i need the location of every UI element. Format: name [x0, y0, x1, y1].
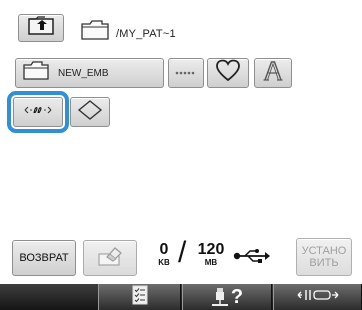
current-folder-icon [80, 19, 110, 46]
diamond-pattern-button[interactable] [70, 97, 110, 127]
folder-up-button[interactable] [18, 14, 64, 42]
folder-item-new-emb[interactable]: NEW_EMB [15, 58, 164, 88]
folder-name: NEW_EMB [58, 67, 109, 79]
current-path: /MY_PAT~1 [116, 28, 176, 40]
folder-icon [22, 60, 50, 86]
used-memory-value: 0 [159, 241, 169, 258]
usb-icon [233, 248, 271, 269]
needle-mode-button[interactable] [273, 284, 362, 310]
install-label-line1: УСТАНО [301, 245, 347, 257]
status-bar: ? [0, 284, 362, 310]
install-button[interactable]: УСТАНО ВИТЬ [296, 238, 352, 276]
back-button-label: ВОЗВРАТ [19, 252, 69, 264]
total-memory-unit: MB [204, 258, 218, 267]
machine-help-button[interactable]: ? [182, 284, 272, 310]
folder-up-icon [27, 15, 55, 41]
checklist-button[interactable] [98, 284, 181, 310]
letter-a-pattern-button[interactable] [254, 58, 292, 88]
back-button[interactable]: ВОЗВРАТ [12, 240, 76, 276]
used-memory-unit: KB [158, 258, 170, 267]
total-memory-value: 120 [197, 241, 225, 258]
install-button-label: УСТАНО ВИТЬ [302, 245, 347, 269]
delete-button[interactable] [83, 240, 137, 276]
diamond-outline-icon [77, 99, 103, 126]
total-memory: 120 MB [194, 241, 228, 268]
used-memory: 0 KB [150, 241, 178, 268]
install-label-line2: ВИТЬ [309, 257, 339, 269]
memory-separator: / [178, 236, 187, 269]
arrow-pattern-icon [22, 103, 54, 121]
eraser-delete-icon [96, 245, 124, 272]
help-question-mark: ? [230, 285, 244, 308]
needle-mode-icon [296, 287, 340, 308]
small-font-pattern-button[interactable] [168, 58, 204, 88]
small-font-dots-icon [174, 64, 198, 82]
arrow-pattern-button[interactable] [13, 97, 63, 127]
machine-help-icon: ? [211, 286, 243, 309]
letter-a-icon [262, 60, 284, 87]
heart-pattern-button[interactable] [207, 58, 249, 88]
checklist-icon [132, 285, 148, 310]
heart-outline-icon [215, 59, 241, 88]
